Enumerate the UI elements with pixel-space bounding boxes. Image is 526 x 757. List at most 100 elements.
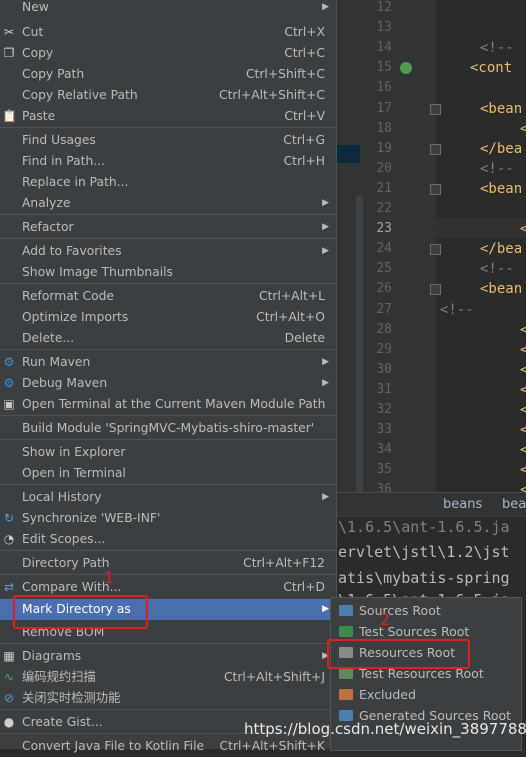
menu-separator — [0, 238, 336, 239]
menu-item-run-maven[interactable]: ⚙ Run Maven ▶ — [0, 352, 336, 373]
code-line: < — [520, 221, 526, 238]
menu-item-label: Copy Path — [22, 67, 85, 81]
menu-item-item-30[interactable]: ∿ 编码规约扫描 Ctrl+Alt+Shift+J — [0, 667, 336, 688]
menu-item-find-in-path[interactable]: Find in Path... Ctrl+H — [0, 151, 336, 172]
folder-icon — [339, 668, 353, 679]
step-number-1: 1 — [104, 568, 115, 587]
menu-separator — [0, 214, 336, 215]
submenu-arrow-icon: ▶ — [322, 222, 329, 232]
fold-marker-icon[interactable] — [430, 143, 441, 155]
breadcrumb-item[interactable]: beans — [443, 497, 482, 512]
menu-item-label: Show Image Thumbnails — [22, 265, 173, 279]
menu-item-optimize-imports[interactable]: Optimize Imports Ctrl+Alt+O — [0, 307, 336, 328]
menu-item-diagrams[interactable]: ▦ Diagrams ▶ — [0, 646, 336, 667]
fold-marker-icon[interactable] — [430, 284, 441, 296]
copy-icon: ❐ — [3, 46, 15, 60]
line-number: 21 — [376, 180, 392, 196]
fold-marker-icon[interactable] — [430, 103, 441, 115]
menu-item-open-terminal-at-the-current-maven-module-path[interactable]: ▣ Open Terminal at the Current Maven Modu… — [0, 394, 336, 415]
menu-item-directory-path[interactable]: Directory Path Ctrl+Alt+F12 — [0, 553, 336, 574]
menu-item-item-31[interactable]: ⊘ 关闭实时检测功能 — [0, 688, 336, 709]
menu-item-reformat-code[interactable]: Reformat Code Ctrl+Alt+L — [0, 286, 336, 307]
edit-scopes-icon: ◔ — [3, 532, 15, 546]
line-number: 28 — [376, 321, 392, 337]
paste-icon: 📋 — [2, 109, 17, 123]
code-line: < — [520, 341, 526, 358]
menu-separator — [0, 484, 336, 485]
menu-item-shortcut: Ctrl+Alt+L — [259, 289, 325, 303]
menu-item-show-in-explorer[interactable]: Show in Explorer — [0, 442, 336, 463]
code-line: </bea — [480, 241, 523, 258]
menu-item-copy-path[interactable]: Copy Path Ctrl+Shift+C — [0, 64, 336, 85]
menu-item-copy[interactable]: ❐ Copy Ctrl+C — [0, 43, 336, 64]
gutter-marker-icon[interactable] — [400, 62, 412, 74]
menu-separator — [0, 709, 336, 710]
menu-item-label: Find in Path... — [22, 154, 105, 168]
step-number-2: 2 — [380, 610, 391, 629]
menu-item-label: Create Gist... — [22, 715, 103, 729]
menu-item-label: Diagrams — [22, 649, 82, 663]
code-line: <cont — [470, 60, 513, 77]
breadcrumb-item[interactable]: bear — [502, 497, 526, 512]
code-line: < — [520, 402, 526, 418]
menu-item-shortcut: Ctrl+V — [284, 109, 325, 123]
menu-item-copy-relative-path[interactable]: Copy Relative Path Ctrl+Alt+Shift+C — [0, 85, 336, 106]
line-number: 20 — [376, 160, 392, 176]
menu-item-build-module-springmvc-mybatis-shiro-master[interactable]: Build Module 'SpringMVC-Mybatis-shiro-ma… — [0, 418, 336, 439]
menu-item-edit-scopes[interactable]: ◔ Edit Scopes... — [0, 529, 336, 550]
menu-item-replace-in-path[interactable]: Replace in Path... — [0, 172, 336, 193]
menu-item-label: Refactor — [22, 220, 74, 234]
menu-item-label: Open Terminal at the Current Maven Modul… — [22, 397, 326, 411]
submenu-item-sources-root[interactable]: Sources Root — [331, 600, 521, 621]
menu-item-new[interactable]: New ▶ — [0, 0, 336, 18]
menu-item-shortcut: Delete — [284, 331, 325, 345]
scan-icon: ∿ — [3, 670, 15, 684]
menu-item-delete[interactable]: Delete... Delete — [0, 328, 336, 349]
menu-separator — [0, 550, 336, 551]
code-line: <!-- — [480, 160, 514, 177]
menu-separator — [0, 283, 336, 284]
line-number: 22 — [376, 201, 392, 216]
menu-item-synchronize-web-inf[interactable]: ↻ Synchronize 'WEB-INF' — [0, 508, 336, 529]
line-number: 13 — [376, 20, 392, 36]
menu-item-local-history[interactable]: Local History ▶ — [0, 487, 336, 508]
submenu-arrow-icon: ▶ — [322, 604, 329, 614]
disable-icon: ⊘ — [3, 691, 15, 705]
fold-marker-icon[interactable] — [430, 244, 441, 256]
menu-item-debug-maven[interactable]: ⚙ Debug Maven ▶ — [0, 373, 336, 394]
line-number: 19 — [376, 140, 392, 156]
line-number: 32 — [376, 402, 392, 417]
menu-item-label: 编码规约扫描 — [22, 670, 96, 684]
menu-item-convert-java-file-to-kotlin-file[interactable]: Convert Java File to Kotlin File Ctrl+Alt… — [0, 736, 336, 757]
line-number: 16 — [376, 80, 392, 96]
menu-item-find-usages[interactable]: Find Usages Ctrl+G — [0, 130, 336, 151]
menu-item-cut[interactable]: ✂ Cut Ctrl+X — [0, 22, 336, 43]
line-number: 23 — [376, 221, 392, 237]
code-line: <bean — [480, 281, 523, 298]
code-editor[interactable]: 12 13 14 <!-- 15 <cont 16 17 <bean 18 <19 </bea 20 <!… — [336, 0, 526, 498]
menu-item-paste[interactable]: 📋 Paste Ctrl+V — [0, 106, 336, 127]
menu-item-label: Paste — [22, 109, 56, 123]
menu-item-label: Copy — [22, 46, 54, 60]
submenu-item-excluded[interactable]: Excluded — [331, 684, 521, 705]
menu-item-label: Synchronize 'WEB-INF' — [22, 511, 161, 525]
menu-separator — [0, 349, 336, 350]
menu-item-label: Cut — [22, 25, 44, 39]
menu-item-refactor[interactable]: Refactor ▶ — [0, 217, 336, 238]
menu-item-show-image-thumbnails[interactable]: Show Image Thumbnails — [0, 262, 336, 283]
menu-separator — [0, 127, 336, 128]
line-number: 14 — [376, 40, 392, 56]
menu-item-label: Reformat Code — [22, 289, 114, 303]
line-number: 25 — [376, 261, 392, 277]
code-line: < — [520, 381, 526, 398]
sync-icon: ↻ — [3, 511, 15, 525]
menu-item-open-in-terminal[interactable]: Open in Terminal — [0, 463, 336, 484]
menu-separator — [0, 415, 336, 416]
menu-item-analyze[interactable]: Analyze ▶ — [0, 193, 336, 214]
folder-icon — [339, 626, 353, 637]
code-line: < — [520, 321, 526, 338]
menu-item-add-to-favorites[interactable]: Add to Favorites ▶ — [0, 241, 336, 262]
code-line: <bean — [480, 100, 523, 117]
fold-marker-icon[interactable] — [430, 183, 441, 195]
submenu-item-label: Sources Root — [359, 603, 441, 618]
